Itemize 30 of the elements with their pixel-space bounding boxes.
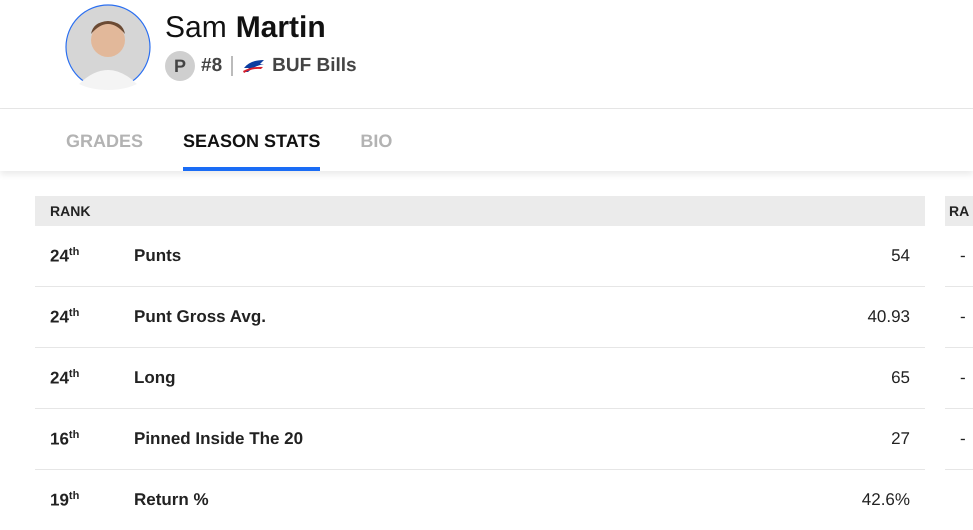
rank-cell: -	[960, 246, 966, 266]
tab[interactable]: BIO	[360, 109, 392, 171]
rank-cell-text: 19$^{th}$	[50, 490, 80, 510]
rank-cell-text: 24$^{th}$	[50, 246, 80, 266]
stat-name: Punt Gross Avg.	[134, 307, 267, 327]
last-name: Martin	[236, 11, 326, 45]
rank-cell: -	[960, 368, 966, 388]
stat-value: 42.6%	[862, 490, 910, 510]
stat-name: Punts	[134, 246, 182, 266]
stat-value: 54	[891, 246, 910, 266]
stat-value: 27	[891, 429, 910, 449]
table-header: RA	[945, 196, 973, 226]
first-name: Sam	[165, 11, 227, 45]
rank-cell: -	[960, 307, 966, 327]
stat-name: Long	[134, 368, 177, 388]
rank-cell-text: 16$^{th}$	[50, 428, 80, 450]
stat-value: 65	[891, 368, 910, 388]
tab[interactable]: GRADES	[66, 109, 144, 171]
stat-value: 40.93	[867, 307, 910, 327]
rank-cell: -	[960, 429, 966, 449]
tab[interactable]: SEASON STATS	[183, 109, 320, 171]
rank-cell-text: 24$^{th}$	[50, 368, 80, 388]
stat-name: Pinned Inside The 20	[134, 429, 304, 449]
position-badge: P	[165, 51, 195, 81]
rank-cell-text: 24$^{th}$	[50, 306, 80, 328]
table-header: RANK	[35, 196, 925, 226]
stat-name: Return %	[134, 490, 210, 510]
team-logo-icon	[242, 58, 266, 74]
team-name: BUF Bills	[272, 55, 357, 77]
jersey-number: #8	[201, 55, 222, 77]
